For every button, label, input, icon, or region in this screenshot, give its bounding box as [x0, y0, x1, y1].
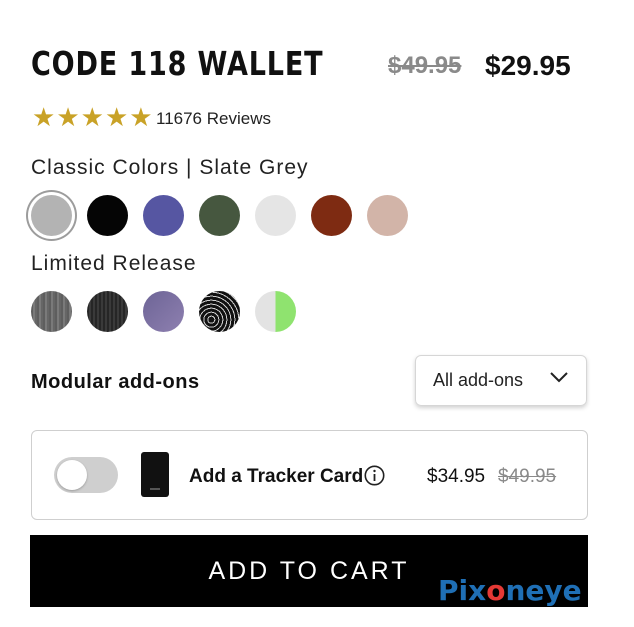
addons-dropdown-value: All add-ons — [433, 370, 524, 390]
color-swatch-slate-grey[interactable] — [31, 195, 72, 236]
color-swatch-split-green[interactable] — [255, 291, 296, 332]
addon-price: $34.95 — [427, 466, 486, 487]
color-swatch-light-grey[interactable] — [255, 195, 296, 236]
addon-name: Add a Tracker Card — [189, 466, 364, 487]
star-icon: ★ — [80, 102, 104, 132]
info-icon[interactable] — [364, 465, 385, 486]
color-swatch-blush[interactable] — [367, 195, 408, 236]
classic-swatches — [31, 195, 408, 236]
star-icon: ★ — [56, 102, 80, 132]
color-swatch-grey-texture[interactable] — [31, 291, 72, 332]
sale-price: $29.95 — [485, 50, 571, 81]
product-title: CODE 118 WALLET — [31, 44, 324, 83]
classic-colors-label: Classic Colors | Slate Grey — [31, 156, 309, 179]
addon-toggle[interactable] — [54, 457, 118, 493]
limited-release-label: Limited Release — [31, 252, 197, 275]
card-logo-mark — [150, 488, 160, 490]
color-swatch-purple-texture[interactable] — [143, 291, 184, 332]
reviews-link[interactable]: 11676 Reviews — [156, 109, 271, 129]
rating-stars[interactable]: ★ ★ ★ ★ ★ — [32, 104, 153, 130]
star-icon: ★ — [104, 102, 129, 132]
addon-card: Add a Tracker Card $34.95 $49.95 — [31, 430, 588, 520]
original-price: $49.95 — [388, 52, 462, 79]
tracker-card-image — [141, 452, 169, 497]
watermark-text: neye — [505, 574, 582, 607]
limited-swatches — [31, 291, 296, 332]
watermark-text: Pix — [438, 574, 487, 607]
addons-dropdown[interactable]: All add-ons — [415, 355, 587, 406]
chevron-down-icon — [550, 372, 568, 383]
color-swatch-rust[interactable] — [311, 195, 352, 236]
watermark-dot: o — [486, 574, 506, 607]
color-swatch-blue[interactable] — [143, 195, 184, 236]
star-icon: ★ — [129, 102, 153, 132]
toggle-knob — [57, 460, 87, 490]
pixoneye-watermark: Pixoneye — [438, 574, 582, 607]
color-swatch-topo-black[interactable] — [199, 291, 240, 332]
color-swatch-black[interactable] — [87, 195, 128, 236]
color-swatch-charcoal-texture[interactable] — [87, 291, 128, 332]
addon-original-price: $49.95 — [498, 466, 557, 487]
addons-label: Modular add-ons — [31, 371, 200, 393]
color-swatch-green[interactable] — [199, 195, 240, 236]
star-icon: ★ — [32, 102, 56, 132]
